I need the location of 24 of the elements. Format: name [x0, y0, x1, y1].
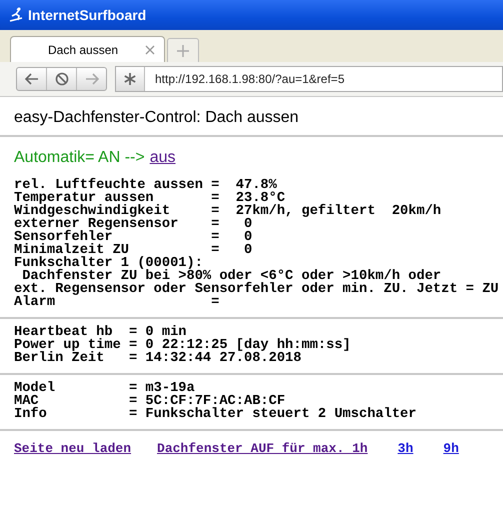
aus-link[interactable]: aus — [150, 149, 176, 167]
status-line: Info = Funkschalter steuert 2 Umschalter — [14, 407, 416, 422]
page-link[interactable]: Dachfenster AUF für max. 1h — [157, 441, 368, 456]
back-arrow-icon — [24, 73, 38, 85]
stop-icon — [54, 72, 68, 86]
new-tab-button[interactable] — [167, 38, 199, 62]
automatik-status: Automatik= AN --> — [14, 149, 145, 167]
page-heading: easy-Dachfenster-Control: Dach aussen — [14, 109, 300, 127]
address-field[interactable]: http://192.168.1.98:80/?au=1&ref=5 — [115, 66, 503, 92]
surfer-icon — [8, 7, 24, 23]
browser-tab[interactable]: Dach aussen — [10, 36, 165, 62]
page-link[interactable]: Seite neu laden — [14, 441, 132, 456]
status-line: rel. Luftfeuchte aussen = 47.8% — [14, 178, 277, 193]
forward-arrow-icon — [84, 73, 98, 85]
status-line: Alarm = — [14, 295, 220, 310]
page-link[interactable]: 3h — [398, 441, 414, 456]
window-title: InternetSurfboard — [28, 7, 146, 23]
page-link[interactable]: 9h — [443, 441, 459, 456]
status-line: Model = m3-19a — [14, 381, 195, 396]
star-icon — [123, 72, 137, 86]
close-icon[interactable] — [144, 44, 156, 56]
plus-icon — [176, 44, 190, 58]
status-line: Windgeschwindigkeit = 27km/h, gefiltert 20km/h — [14, 204, 442, 219]
status-line: Berlin Zeit = 14:32:44 27.08.2018 — [14, 351, 302, 366]
